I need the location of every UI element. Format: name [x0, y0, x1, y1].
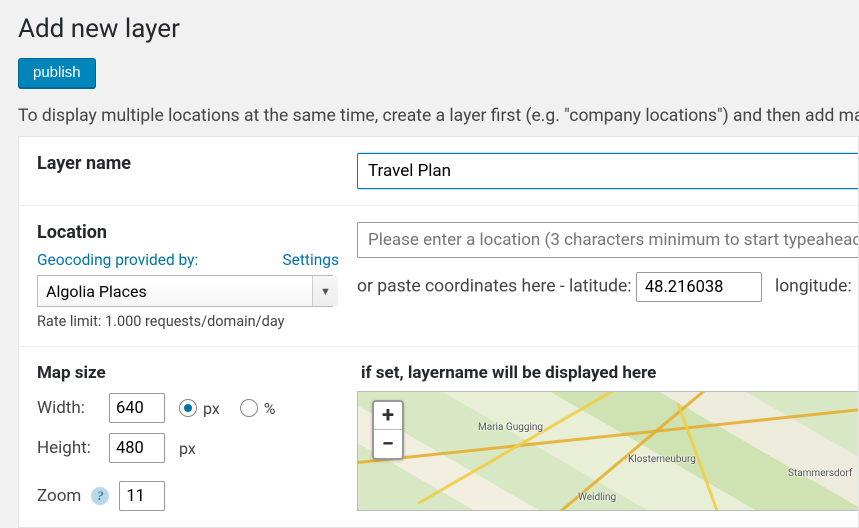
geocoding-settings-link[interactable]: Settings	[282, 251, 339, 269]
layername-input[interactable]	[357, 153, 858, 189]
map-zoom-out-button[interactable]: −	[374, 430, 402, 458]
layer-form-panel: Layer name Location Geocoding provided b…	[18, 136, 859, 528]
height-label: Height:	[37, 438, 109, 458]
mapsize-label: Map size	[37, 363, 339, 383]
map-zoom-control: + −	[372, 400, 404, 460]
geocoding-provider-select[interactable]: Algolia Places	[37, 275, 333, 307]
map-label-stammersdorf: Stammersdorf	[788, 468, 852, 479]
location-label: Location	[37, 222, 339, 243]
zoom-input[interactable]	[119, 481, 165, 511]
width-unit-px-radio[interactable]	[179, 399, 197, 417]
width-label: Width:	[37, 398, 109, 418]
map-zoom-in-button[interactable]: +	[374, 402, 402, 430]
help-icon[interactable]: ?	[91, 487, 109, 505]
zoom-label: Zoom	[37, 486, 81, 506]
location-input[interactable]	[357, 222, 858, 258]
map-label-weidling: Weidling	[578, 492, 616, 503]
height-input[interactable]	[109, 433, 165, 463]
rate-limit-text: Rate limit: 1.000 requests/domain/day	[37, 313, 339, 330]
coord-prefix-text: or paste coordinates here - latitude:	[357, 277, 632, 297]
width-unit-px-label: px	[203, 399, 220, 418]
map-label-maria-gugging: Maria Gugging	[478, 422, 543, 433]
map-preview[interactable]: Klosterneuburg Stammersdorf Weidling Mar…	[357, 391, 858, 511]
publish-button[interactable]: publish	[18, 58, 96, 88]
page-title: Add new layer	[18, 14, 859, 44]
width-unit-pct-radio[interactable]	[240, 399, 258, 417]
longitude-label: longitude:	[775, 277, 852, 297]
height-unit-label: px	[179, 439, 196, 458]
width-unit-pct-label: %	[264, 399, 276, 418]
width-input[interactable]	[109, 393, 165, 423]
map-label-klosterneuburg: Klosterneuburg	[628, 454, 696, 465]
map-title-placeholder: if set, layername will be displayed here	[357, 363, 858, 391]
latitude-input[interactable]	[636, 272, 762, 302]
layername-label: Layer name	[37, 153, 339, 174]
geocoding-provider-label: Geocoding provided by:	[37, 251, 198, 269]
intro-text: To display multiple locations at the sam…	[18, 106, 859, 126]
